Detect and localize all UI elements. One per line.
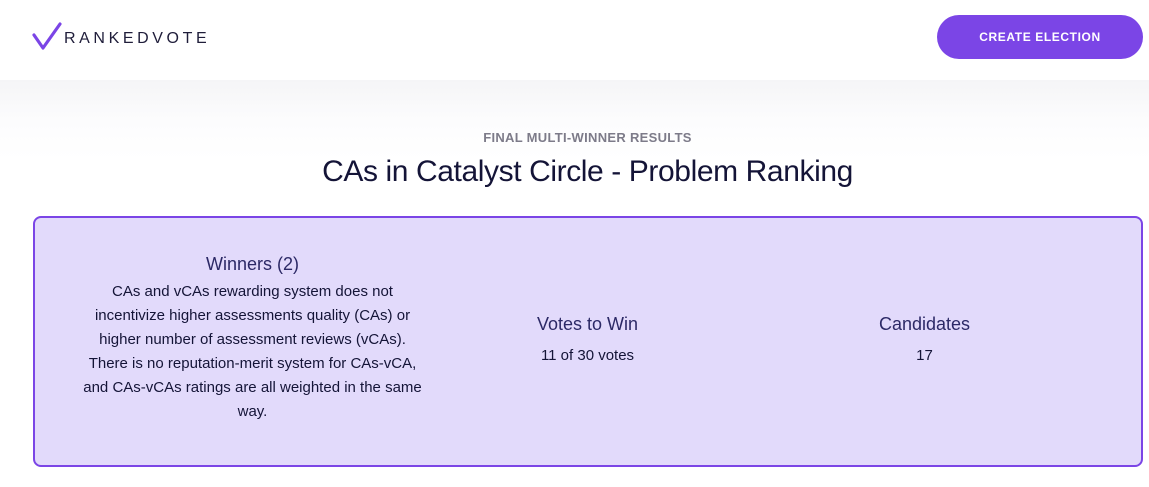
rankedvote-logo[interactable]: RANKEDVOTE [32,20,210,52]
logo-text: RANKEDVOTE [64,30,211,47]
page-title: CAs in Catalyst Circle - Problem Ranking [322,155,853,188]
top-header: RANKEDVOTE CREATE ELECTION [0,0,1149,80]
results-page: FINAL MULTI-WINNER RESULTS CAs in Cataly… [0,80,1149,487]
votes-to-win-value: 11 of 30 votes [540,347,635,364]
create-election-button[interactable]: CREATE ELECTION [937,15,1143,59]
winners-heading: Winners (2) [205,254,299,274]
winners-list-text: CAs and vCAs rewarding system does not i… [83,283,422,420]
votes-to-win-column: Votes to Win 11 of 30 votes [485,314,690,368]
winners-column: Winners (2) CAs and vCAs rewarding syste… [80,254,425,424]
candidates-column: Candidates 17 [822,314,1027,368]
results-subtitle: FINAL MULTI-WINNER RESULTS [483,130,692,145]
votes-to-win-heading: Votes to Win [536,314,639,334]
candidates-heading: Candidates [878,314,971,334]
results-summary-panel: Winners (2) CAs and vCAs rewarding syste… [33,216,1143,467]
candidates-count: 17 [916,347,933,364]
check-mark-icon [32,22,62,50]
